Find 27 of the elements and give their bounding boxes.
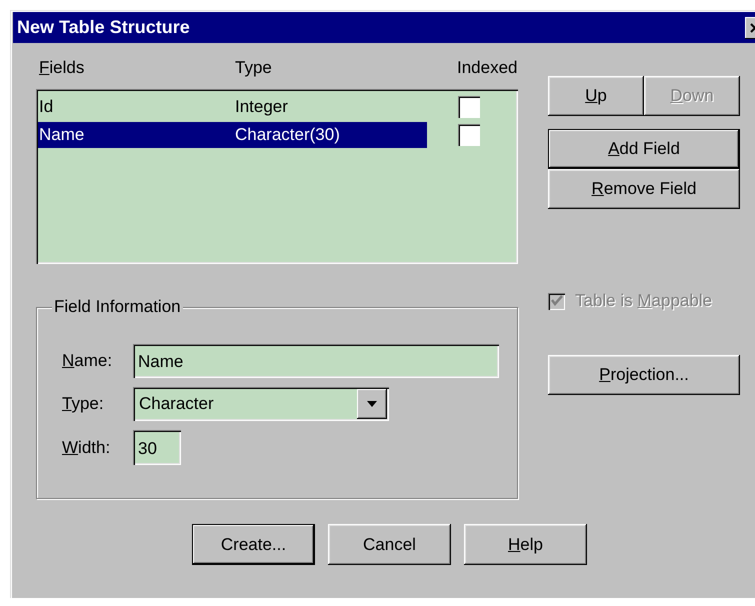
width-field[interactable]: 30 bbox=[133, 430, 181, 465]
field-name: Id bbox=[38, 97, 54, 117]
indexed-checkbox[interactable] bbox=[458, 124, 480, 146]
up-button[interactable]: Up bbox=[548, 76, 644, 116]
type-dropdown[interactable]: Character bbox=[133, 387, 389, 421]
column-header: Fields bbox=[39, 58, 86, 79]
help-button[interactable]: Help bbox=[464, 524, 587, 565]
field-label: Name: bbox=[62, 351, 114, 371]
field-row[interactable]: Name Character(30) bbox=[38, 122, 427, 148]
field-name: Name bbox=[38, 125, 86, 145]
column-header: Type bbox=[235, 58, 273, 79]
checkbox-label: Table is Mappable bbox=[575, 291, 712, 311]
window-title: New Table Structure bbox=[17, 17, 190, 38]
field-type: Integer bbox=[235, 97, 288, 117]
create-button[interactable]: Create... bbox=[192, 524, 315, 565]
add-field-button[interactable]: Add Field bbox=[548, 129, 740, 169]
field-row[interactable]: Id Integer bbox=[38, 94, 427, 120]
name-field[interactable]: Name bbox=[133, 344, 499, 378]
cancel-button[interactable]: Cancel bbox=[328, 524, 451, 565]
fields-list[interactable]: Id Integer Name Character(30) bbox=[36, 89, 518, 264]
indexed-checkbox[interactable] bbox=[458, 96, 480, 118]
column-header: Indexed bbox=[457, 58, 518, 79]
field-label: Type: bbox=[62, 394, 105, 414]
field-label: Width: bbox=[62, 438, 112, 458]
field-type: Character(30) bbox=[235, 125, 340, 145]
projection-button[interactable]: Projection... bbox=[548, 355, 740, 395]
remove-field-button[interactable]: Remove Field bbox=[548, 169, 740, 209]
